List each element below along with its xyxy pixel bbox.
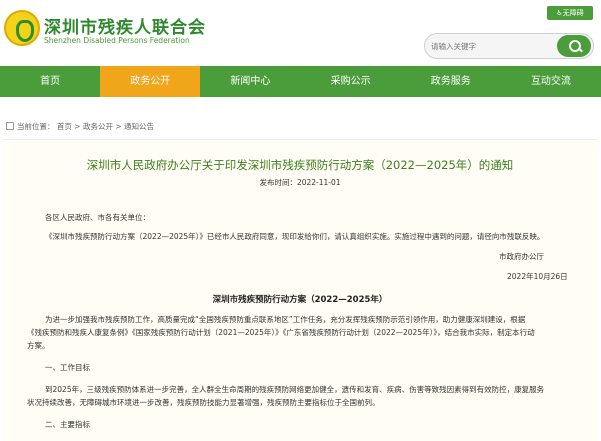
accessibility-label: 无障碍 <box>562 9 584 17</box>
article-title: 深圳市人民政府办公厅关于印发深圳市残疾预防行动方案（2022—2025年）的通知 <box>86 158 514 172</box>
nav-item-procurement[interactable]: 采购公示 <box>301 66 401 97</box>
section-heading-indicators: 二、主要指标 <box>45 420 90 429</box>
search-input[interactable] <box>431 38 561 54</box>
intro-paragraph-line: 方案。 <box>27 341 50 350</box>
goal-paragraph-line: 到2025年，三级残疾预防体系进一步完善，全人群全生命周期的残疾预防网络更加健全… <box>45 385 545 394</box>
breadcrumb: 当前位置： 首页 > 政务公开 > 通知公告 <box>6 121 154 132</box>
nav-item-services[interactable]: 政务服务 <box>401 66 501 97</box>
goal-paragraph-line: 状况持续改善，无障碍城市环境进一步改善，残疾预防技能力显著增强，残疾预防主要指标… <box>27 398 380 407</box>
intro-paragraph-line: 《残疾预防和残疾人康复条例》《国家残疾预防行动计划（2021—2025年）》《广… <box>27 328 535 337</box>
publish-date: 发布时间：2022-11-01 <box>3 177 597 188</box>
nav-item-home[interactable]: 首页 <box>0 66 100 97</box>
disability-federation-logo-icon[interactable] <box>4 10 40 46</box>
issue-date: 2022年10月26日 <box>507 272 568 281</box>
section-heading-goals: 一、工作目标 <box>45 363 90 372</box>
notice-body: 《深圳市残疾预防行动方案（2022—2025年）》已经市人民政府同意，现印发给你… <box>45 232 545 241</box>
search-button[interactable] <box>557 35 591 57</box>
breadcrumb-link-home[interactable]: 首页 <box>57 122 72 131</box>
breadcrumb-prefix: 当前位置： <box>17 122 55 131</box>
publish-label: 发布时间： <box>259 178 297 187</box>
issuer: 市政府办公厅 <box>499 252 544 261</box>
org-name-cn[interactable]: 深圳市残疾人联合会 <box>44 13 206 38</box>
breadcrumb-separator: > <box>115 122 122 131</box>
breadcrumb-link-notices[interactable]: 通知公告 <box>124 122 154 131</box>
intro-paragraph-line: 为进一步加强我市残疾预防工作，高质量完成“全国残疾预防重点联系地区”工作任务，充… <box>45 315 526 324</box>
org-name-en: Shenzhen Disabled Persons Federation <box>44 36 190 45</box>
salutation: 各区人民政府、市各有关单位： <box>45 213 150 222</box>
accessibility-button[interactable]: ♿无障碍 <box>547 6 593 20</box>
search-box <box>424 33 594 59</box>
breadcrumb-separator: > <box>74 122 81 131</box>
plan-title: 深圳市残疾预防行动方案（2022—2025年） <box>212 295 388 305</box>
location-icon <box>6 122 14 130</box>
publish-date-value: 2022-11-01 <box>296 178 341 187</box>
main-nav: 首页 政务公开 新闻中心 采购公示 政务服务 互动交流 <box>0 66 601 97</box>
nav-item-interaction[interactable]: 互动交流 <box>501 66 601 97</box>
nav-item-news[interactable]: 新闻中心 <box>200 66 300 97</box>
site-header: 深圳市残疾人联合会 Shenzhen Disabled Persons Fede… <box>0 0 601 66</box>
article-panel: 深圳市人民政府办公厅关于印发深圳市残疾预防行动方案（2022—2025年）的通知… <box>3 139 597 441</box>
breadcrumb-link-government-affairs[interactable]: 政务公开 <box>83 122 113 131</box>
nav-item-government-affairs[interactable]: 政务公开 <box>100 66 201 97</box>
